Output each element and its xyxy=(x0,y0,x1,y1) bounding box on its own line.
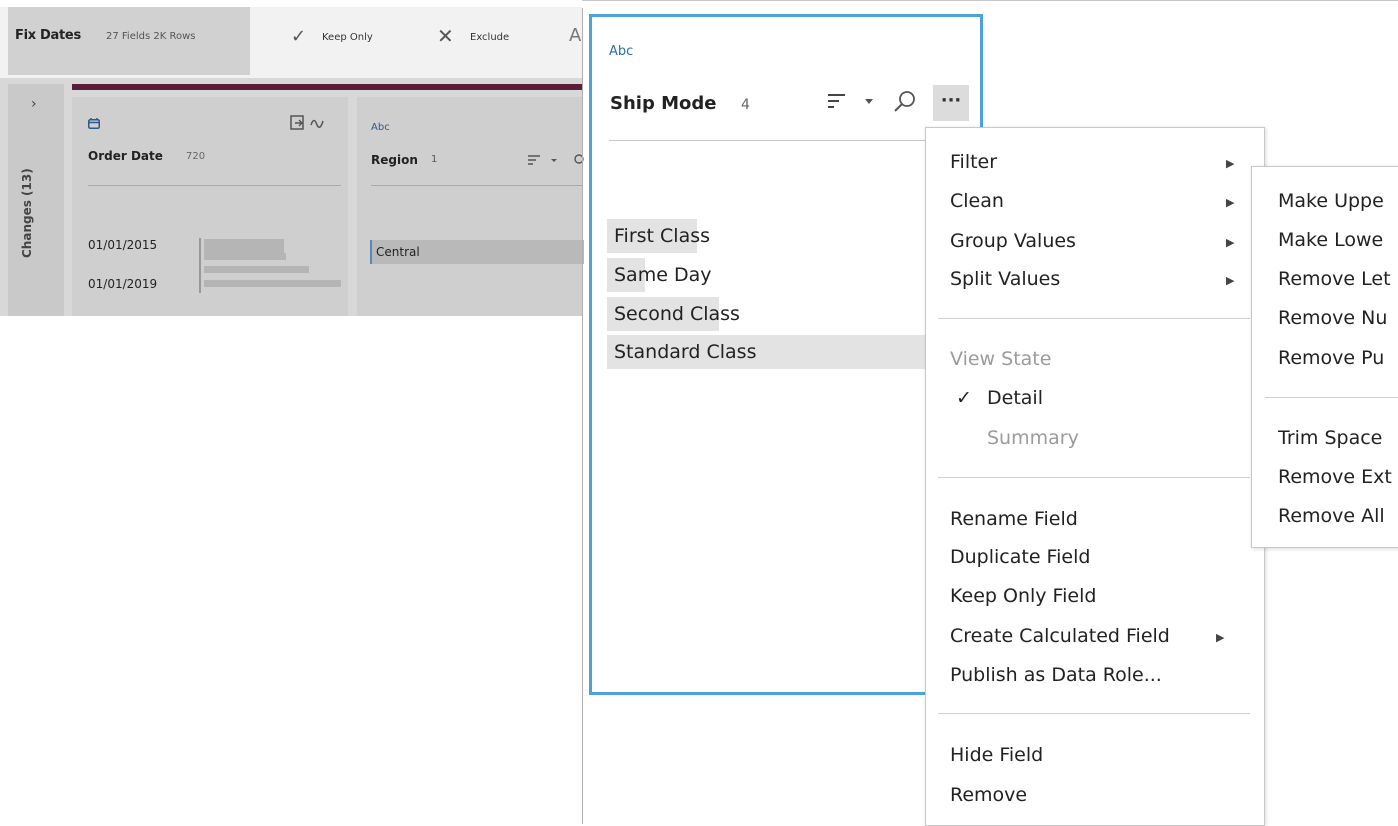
menu-separator xyxy=(938,713,1250,714)
toolbar-overflow-item[interactable]: A xyxy=(569,25,581,46)
menu-item-duplicate-field[interactable]: Duplicate Field xyxy=(950,546,1090,568)
menu-item-hide-field[interactable]: Hide Field xyxy=(950,744,1043,766)
keep-only-button[interactable]: Keep Only xyxy=(322,32,373,43)
histogram-bar[interactable] xyxy=(204,280,341,287)
submenu-arrow-icon: ▶ xyxy=(1226,157,1235,170)
pane-separator xyxy=(582,0,583,824)
divider xyxy=(371,185,582,186)
menu-item-rename-field[interactable]: Rename Field xyxy=(950,508,1078,530)
histogram-bar[interactable] xyxy=(204,239,284,246)
sort-icon[interactable] xyxy=(826,92,848,115)
menu-item-keep-only-field[interactable]: Keep Only Field xyxy=(950,585,1096,607)
top-border xyxy=(582,0,1398,8)
menu-separator xyxy=(1265,397,1398,398)
step-meta: 27 Fields 2K Rows xyxy=(106,31,196,42)
submenu-item[interactable]: Remove Nu xyxy=(1278,307,1387,329)
menu-item-summary[interactable]: Summary xyxy=(987,427,1079,449)
field-name: Order Date xyxy=(88,149,163,163)
check-icon[interactable]: ✓ xyxy=(291,26,306,47)
menu-item-publish-as-data-role[interactable]: Publish as Data Role... xyxy=(950,664,1162,686)
submenu-item[interactable]: Trim Space xyxy=(1278,427,1382,449)
chevron-down-icon[interactable] xyxy=(864,95,874,109)
list-item[interactable]: Second Class xyxy=(607,297,927,331)
profile-card-region[interactable] xyxy=(357,97,582,316)
submenu-arrow-icon: ▶ xyxy=(1226,196,1235,209)
changes-panel[interactable] xyxy=(8,84,64,316)
submenu-item[interactable]: Remove All xyxy=(1278,505,1385,527)
axis-label: 01/01/2019 xyxy=(88,277,158,291)
more-options-button[interactable]: ··· xyxy=(933,85,969,121)
submenu-item[interactable]: Remove Pu xyxy=(1278,347,1384,369)
string-type-icon: Abc xyxy=(371,122,390,133)
calendar-icon xyxy=(88,118,100,132)
menu-separator xyxy=(938,318,1250,319)
chevron-right-icon[interactable]: › xyxy=(31,96,37,112)
axis-label: 01/01/2015 xyxy=(88,238,158,252)
step-name: Fix Dates xyxy=(15,28,81,43)
menu-item-detail[interactable]: Detail xyxy=(987,387,1043,409)
value-label: Central xyxy=(376,245,420,259)
menu-item-group-values[interactable]: Group Values xyxy=(950,230,1076,252)
submenu-item[interactable]: Remove Ext xyxy=(1278,466,1392,488)
range-bracket xyxy=(199,238,201,293)
top-strip xyxy=(0,0,582,7)
field-name: Ship Mode xyxy=(610,93,717,114)
list-item[interactable]: First Class xyxy=(607,219,927,253)
check-icon: ✓ xyxy=(956,387,972,409)
divider xyxy=(609,140,925,141)
field-name: Region xyxy=(371,153,418,167)
menu-item-filter[interactable]: Filter xyxy=(950,151,997,173)
menu-item-remove[interactable]: Remove xyxy=(950,784,1027,806)
menu-heading-view-state: View State xyxy=(950,348,1052,370)
histogram-bar[interactable] xyxy=(204,266,309,273)
list-item[interactable]: Standard Class xyxy=(607,335,927,369)
field-count: 1 xyxy=(431,154,438,165)
profile-accent-bar xyxy=(72,84,582,90)
list-item[interactable]: Same Day xyxy=(607,258,927,292)
menu-item-clean[interactable]: Clean xyxy=(950,190,1004,212)
menu-item-create-calculated-field[interactable]: Create Calculated Field xyxy=(950,625,1170,647)
histogram-bar[interactable] xyxy=(204,253,286,260)
field-options-icons[interactable] xyxy=(290,115,330,135)
submenu-arrow-icon: ▶ xyxy=(1216,631,1225,644)
value-label: Same Day xyxy=(614,264,712,286)
submenu-item[interactable]: Remove Let xyxy=(1278,268,1391,290)
divider xyxy=(88,185,341,186)
menu-item-split-values[interactable]: Split Values xyxy=(950,268,1060,290)
value-label: Second Class xyxy=(614,303,740,325)
submenu-item[interactable]: Make Lowe xyxy=(1278,229,1383,251)
sort-icon[interactable] xyxy=(527,154,587,171)
histogram-bar[interactable] xyxy=(204,246,284,253)
field-count: 4 xyxy=(741,97,750,113)
menu-separator xyxy=(938,477,1250,478)
field-count: 720 xyxy=(186,151,206,162)
value-label: First Class xyxy=(614,225,711,247)
exclude-button[interactable]: Exclude xyxy=(470,32,509,43)
submenu-arrow-icon: ▶ xyxy=(1226,236,1235,249)
value-label: Standard Class xyxy=(614,341,757,363)
close-icon[interactable]: ✕ xyxy=(437,24,454,48)
string-type-icon: Abc xyxy=(609,44,634,59)
submenu-arrow-icon: ▶ xyxy=(1226,274,1235,287)
changes-label: Changes (13) xyxy=(20,168,34,258)
submenu-item[interactable]: Make Uppe xyxy=(1278,190,1384,212)
search-icon[interactable] xyxy=(893,90,917,119)
